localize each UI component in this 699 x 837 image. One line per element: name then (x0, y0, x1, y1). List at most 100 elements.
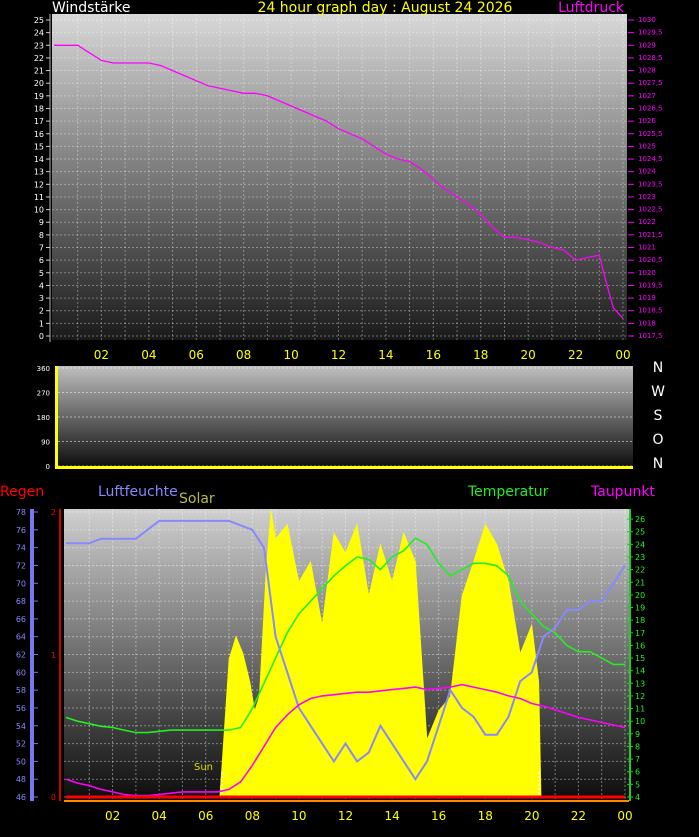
temperature-tick: 21 (635, 578, 645, 587)
humidity-tick: 68 (16, 597, 26, 606)
pressure-label: Luftdruck (558, 0, 625, 16)
temperature-tick: 19 (635, 604, 645, 613)
wind-direction-baseline (55, 466, 633, 469)
pressure-tick: 1026 (638, 117, 656, 125)
wind-speed-tick: 16 (34, 130, 44, 139)
pressure-tick: 1030 (638, 16, 656, 24)
humidity-tick: 74 (16, 544, 26, 553)
rain-axis-ticks: 0 1 2 (51, 508, 56, 802)
temperature-tick: 11 (635, 705, 645, 714)
temperature-tick: 17 (635, 629, 645, 638)
direction-tick: 0 (46, 463, 50, 471)
pressure-tick: 1025,5 (638, 130, 663, 138)
pressure-tick: 1024,5 (638, 155, 663, 163)
wind-speed-tick: 14 (34, 155, 44, 164)
pressure-tick: 1017,5 (638, 332, 663, 340)
wind-direction-ticks: 0 90 180 270 360 (37, 365, 50, 471)
sun-label: Sun (194, 762, 213, 773)
wind-speed-tick: 8 (39, 231, 44, 240)
wind-speed-tick: 15 (34, 142, 44, 151)
wind-speed-tick: 9 (39, 218, 44, 227)
humidity-axis-ticks: 46 48 50 52 54 56 58 60 62 64 66 68 70 72 74 76 78 (16, 508, 38, 802)
wind-speed-tick: 1 (39, 319, 44, 328)
rain-tick: 1 (51, 651, 56, 660)
pressure-tick: 1027,5 (638, 79, 663, 87)
time-tick: 04 (141, 348, 156, 362)
compass-label: S (654, 408, 663, 424)
wind-speed-tick: 24 (34, 29, 44, 38)
wind-speed-tick: 19 (34, 92, 44, 101)
time-tick: 00 (615, 348, 630, 362)
wind-speed-tick: 6 (39, 256, 44, 265)
time-tick: 10 (291, 809, 306, 823)
temperature-tick: 7 (635, 755, 640, 764)
time-tick: 02 (105, 809, 120, 823)
humidity-tick: 50 (16, 757, 26, 766)
pressure-tick: 1027 (638, 92, 656, 100)
wind-speed-tick: 7 (39, 244, 44, 253)
pressure-tick: 1024 (638, 168, 656, 176)
temperature-tick: 4 (635, 793, 640, 802)
wind-speed-tick: 4 (39, 281, 44, 290)
humidity-tick: 54 (16, 722, 26, 731)
compass-label: O (652, 432, 663, 448)
time-tick: 08 (245, 809, 260, 823)
compass-label: N (653, 360, 663, 376)
chart-title: 24 hour graph day : August 24 2026 (258, 0, 513, 16)
temperature-tick: 25 (635, 528, 645, 537)
time-tick: 12 (331, 348, 346, 362)
time-tick: 06 (198, 809, 213, 823)
wind-speed-tick: 18 (34, 104, 44, 113)
rain-tick: 0 (51, 793, 56, 802)
compass-labels: NWSON (651, 360, 665, 472)
pressure-tick: 1022 (638, 218, 656, 226)
compass-label: W (651, 384, 665, 400)
pressure-tick: 1021 (638, 244, 656, 252)
wind-speed-tick: 20 (34, 79, 44, 88)
temperature-tick: 18 (635, 616, 645, 625)
temperature-tick: 24 (635, 540, 645, 549)
time-tick: 04 (152, 809, 167, 823)
pressure-tick: 1023 (638, 193, 656, 201)
wind-speed-tick: 17 (34, 117, 44, 126)
weather-baseline (64, 800, 629, 802)
temperature-tick: 23 (635, 553, 645, 562)
humidity-tick: 64 (16, 633, 26, 642)
time-tick: 20 (524, 809, 539, 823)
pressure-tick: 1028 (638, 67, 656, 75)
solar-label: Solar (179, 491, 215, 507)
pressure-tick: 1029,5 (638, 29, 663, 37)
humidity-tick: 58 (16, 686, 26, 695)
pressure-tick: 1018,5 (638, 307, 663, 315)
pressure-tick: 1023,5 (638, 180, 663, 188)
rain-tick: 2 (51, 508, 56, 517)
temperature-tick: 13 (635, 679, 645, 688)
wind-speed-axis-ticks: 0123456789101112131415161718192021222324… (34, 16, 50, 341)
time-tick: 18 (478, 809, 493, 823)
pressure-tick: 1029 (638, 41, 656, 49)
humidity-axis-bar (30, 509, 34, 801)
wind-speed-tick: 25 (34, 16, 44, 25)
wind-speed-tick: 5 (39, 269, 44, 278)
time-tick: 08 (236, 348, 251, 362)
time-tick: 22 (568, 348, 583, 362)
direction-tick: 180 (37, 414, 50, 422)
rain-label: Regen (0, 484, 44, 500)
time-tick: 16 (426, 348, 441, 362)
direction-tick: 90 (41, 439, 50, 447)
time-tick: 12 (338, 809, 353, 823)
time-tick: 18 (473, 348, 488, 362)
temperature-tick: 26 (635, 515, 645, 524)
wind-speed-label: Windstärke (52, 0, 131, 16)
pressure-tick: 1018 (638, 319, 656, 327)
compass-label: N (653, 456, 663, 472)
temperature-axis-bar (629, 509, 631, 801)
time-tick: 14 (378, 348, 393, 362)
humidity-tick: 66 (16, 615, 26, 624)
humidity-tick: 56 (16, 704, 26, 713)
pressure-tick: 1019 (638, 294, 656, 302)
wind-speed-tick: 10 (34, 206, 44, 215)
temperature-tick: 20 (635, 591, 645, 600)
time-tick: 16 (431, 809, 446, 823)
wind-speed-tick: 3 (39, 294, 44, 303)
